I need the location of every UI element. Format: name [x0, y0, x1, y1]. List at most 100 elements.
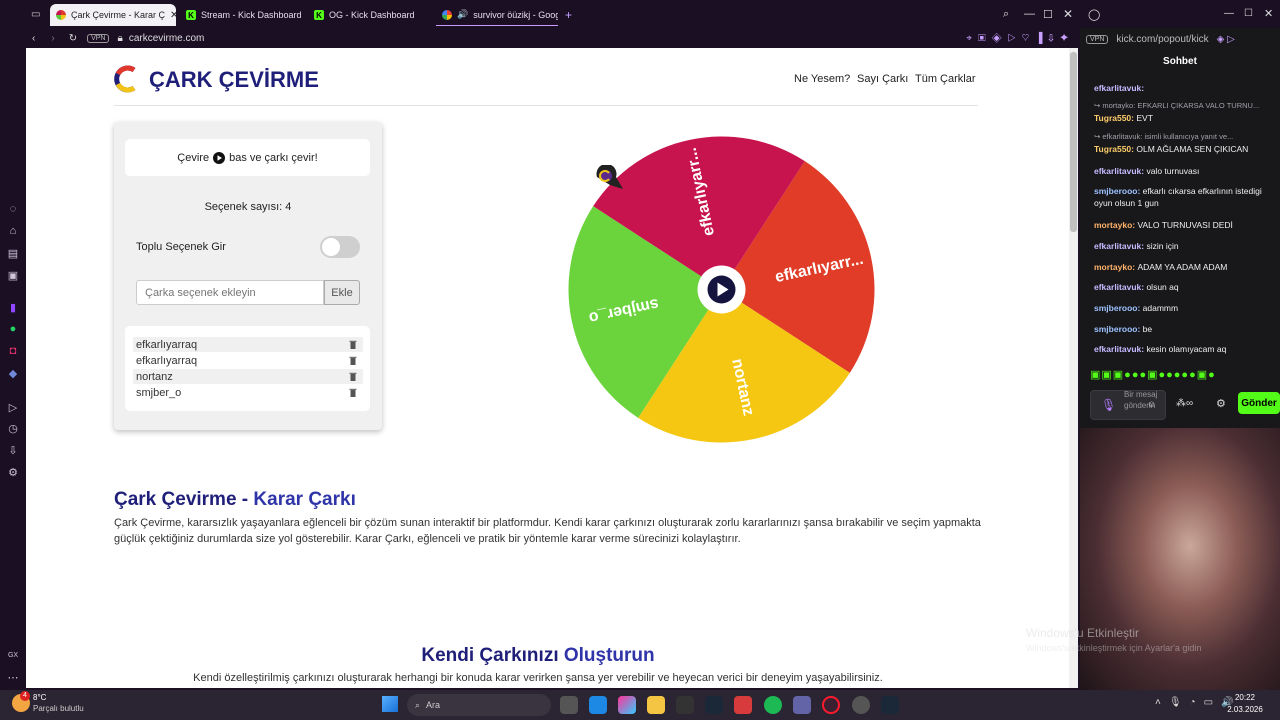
trash-icon[interactable]	[349, 340, 357, 349]
nav-tum-carklar[interactable]: Tüm Çarklar	[915, 73, 976, 85]
pinboard-icon[interactable]: ▤	[6, 246, 20, 260]
toolbar-extension-icons[interactable]: ⌖▣◈▷♡▐⇩✦	[966, 33, 1074, 44]
taskbar-search[interactable]: ⌕ Ara	[407, 694, 551, 716]
chat-username[interactable]: efkarlitavuk:	[1094, 282, 1146, 292]
chat-username[interactable]: smjberooo:	[1094, 186, 1143, 196]
emoji-icon[interactable]: ☺	[1147, 399, 1156, 409]
option-label: efkarlıyarraq	[136, 338, 198, 351]
copilot-icon[interactable]	[618, 696, 636, 714]
share-icon[interactable]: ⁂∞	[1176, 398, 1193, 409]
search-tabs-icon[interactable]: ⌕	[1003, 8, 1009, 21]
vpn-badge[interactable]: VPN	[87, 33, 110, 43]
settings-icon[interactable]: ⚙	[6, 465, 20, 479]
chat-username[interactable]: mortayko:	[1094, 262, 1137, 272]
downloads-icon[interactable]: ⇩	[6, 443, 20, 457]
section-text-create: Kendi özelleştirilmiş çarkınızı oluştura…	[193, 672, 883, 684]
forward-icon[interactable]: ›	[51, 33, 54, 44]
close-tab-icon[interactable]: ✕	[170, 10, 176, 21]
discord-icon[interactable]: ◆	[6, 366, 20, 380]
site-logo-text[interactable]: ÇARK ÇEVİRME	[149, 67, 319, 93]
more-icon[interactable]: ⋯	[6, 670, 20, 684]
send-button[interactable]: Gönder	[1238, 392, 1280, 414]
option-input[interactable]	[136, 280, 324, 305]
file-explorer-icon[interactable]	[647, 696, 665, 714]
section-text-cark-cevirme: Çark Çevirme, kararsızlık yaşayanlara eğ…	[114, 517, 981, 545]
task-view-icon[interactable]	[560, 696, 578, 714]
sound-icon: 🔊	[457, 9, 469, 19]
workspace-icon[interactable]: ⌂	[6, 224, 20, 238]
app-icon[interactable]	[676, 696, 694, 714]
search-label: Ara	[426, 700, 441, 710]
chat-username[interactable]: efkarlitavuk:	[1094, 344, 1146, 354]
chat-username[interactable]: Tugra550:	[1094, 144, 1136, 154]
nav-ne-yesem[interactable]: Ne Yesem?	[794, 73, 850, 85]
instruction-post: bas ve çarkı çevir!	[229, 151, 318, 164]
site-logo-icon[interactable]	[114, 64, 138, 94]
tidal-icon[interactable]: ▣	[6, 268, 20, 282]
scrollbar-thumb[interactable]	[1070, 52, 1077, 232]
spotify-icon[interactable]	[764, 696, 782, 714]
start-icon[interactable]	[382, 696, 398, 712]
player-icon[interactable]: ▷	[6, 400, 20, 414]
close-window-icon[interactable]: ✕	[1063, 7, 1073, 21]
settings-icon[interactable]: ⚙	[1216, 397, 1226, 410]
reload-icon[interactable]: ↻	[69, 33, 77, 44]
nav-sayi-carki[interactable]: Sayı Çarkı	[857, 73, 908, 85]
tab-cark-cevirme[interactable]: Çark Çevirme - Karar Ç ✕	[50, 4, 176, 26]
new-tab-icon[interactable]: +	[565, 8, 572, 22]
chat-text: VALO TURNUVASI DEDİ	[1137, 220, 1233, 230]
maximize-icon[interactable]: ☐	[1244, 8, 1253, 19]
chat-text: olsun aq	[1146, 282, 1179, 292]
url-field[interactable]: carkcevirme.com	[129, 33, 205, 44]
chat-message: efkarlitavuk: kesin olamıyacam aq	[1094, 343, 1278, 355]
history-icon[interactable]: ◷	[6, 421, 20, 435]
trash-icon[interactable]	[349, 388, 357, 397]
steam-icon[interactable]	[705, 696, 723, 714]
back-icon[interactable]: ‹	[32, 33, 35, 44]
bulk-entry-toggle[interactable]	[320, 236, 360, 258]
chat-username[interactable]: smjberooo:	[1094, 303, 1143, 313]
tab-og-dashboard[interactable]: K OG - Kick Dashboard	[308, 4, 428, 26]
tab-stream-dashboard[interactable]: K Stream - Kick Dashboard	[180, 4, 304, 26]
option-label: efkarlıyarraq	[136, 354, 198, 367]
whatsapp-icon[interactable]: ●	[6, 322, 20, 336]
chat-username[interactable]: Tugra550:	[1094, 113, 1136, 123]
bulk-entry-label: Toplu Seçenek Gir	[136, 241, 226, 253]
microphone-icon[interactable]: 🎙︎	[1101, 398, 1116, 412]
shield-icon[interactable]: ◈ ▷	[1217, 34, 1235, 45]
app-icon[interactable]	[734, 696, 752, 714]
opera-logo-icon[interactable]: ◯	[1088, 8, 1100, 21]
chat-input[interactable]: 🎙︎ Bir mesaj gönderin ☺	[1090, 390, 1166, 420]
opera-gx-icon[interactable]	[822, 696, 840, 714]
app-icon[interactable]	[852, 696, 870, 714]
teams-icon[interactable]	[793, 696, 811, 714]
close-window-icon[interactable]: ✕	[1264, 7, 1273, 20]
chat-username[interactable]: efkarlitavuk:	[1094, 241, 1146, 251]
trash-icon[interactable]	[349, 356, 357, 365]
kick-favicon-icon: K	[314, 10, 324, 20]
app-icon[interactable]	[589, 696, 607, 714]
chat-username[interactable]: mortayko:	[1094, 220, 1137, 230]
emote-bar[interactable]: ▣▣▣●●●▣●●●●●▣●	[1090, 368, 1280, 384]
vpn-badge[interactable]: VPN	[1086, 34, 1109, 44]
gx-icon[interactable]: GX	[6, 648, 20, 662]
chat-username[interactable]: smjberooo:	[1094, 324, 1143, 334]
tab-google-search[interactable]: 🔊 survivor öüzikj - Goog	[436, 4, 558, 26]
chat-username[interactable]: efkarlitavuk:	[1094, 166, 1146, 176]
popout-url[interactable]: kick.com/popout/kick	[1116, 34, 1208, 45]
tab-menu-icon[interactable]: ▭	[31, 9, 43, 21]
add-option-button[interactable]: Ekle	[324, 280, 360, 305]
chat-username[interactable]: efkarlitavuk:	[1094, 83, 1144, 93]
list-item: efkarlıyarraq	[133, 337, 363, 352]
trash-icon[interactable]	[349, 372, 357, 381]
minimize-icon[interactable]: —	[1024, 8, 1035, 20]
instagram-icon[interactable]: ◘	[6, 344, 20, 358]
lock-icon: 🔒︎	[117, 32, 123, 44]
activation-watermark-title: Windows'u Etkinleştir	[1026, 626, 1139, 640]
aria-icon[interactable]: ◌	[6, 202, 20, 216]
maximize-icon[interactable]: ☐	[1043, 8, 1053, 21]
minimize-icon[interactable]: —	[1224, 8, 1234, 19]
steam-icon[interactable]	[881, 696, 899, 714]
chat-reply-context: ↪ efkarlitavuk: isimli kullanıcıya yanıt…	[1094, 132, 1234, 141]
twitch-icon[interactable]: ▮	[6, 300, 20, 314]
